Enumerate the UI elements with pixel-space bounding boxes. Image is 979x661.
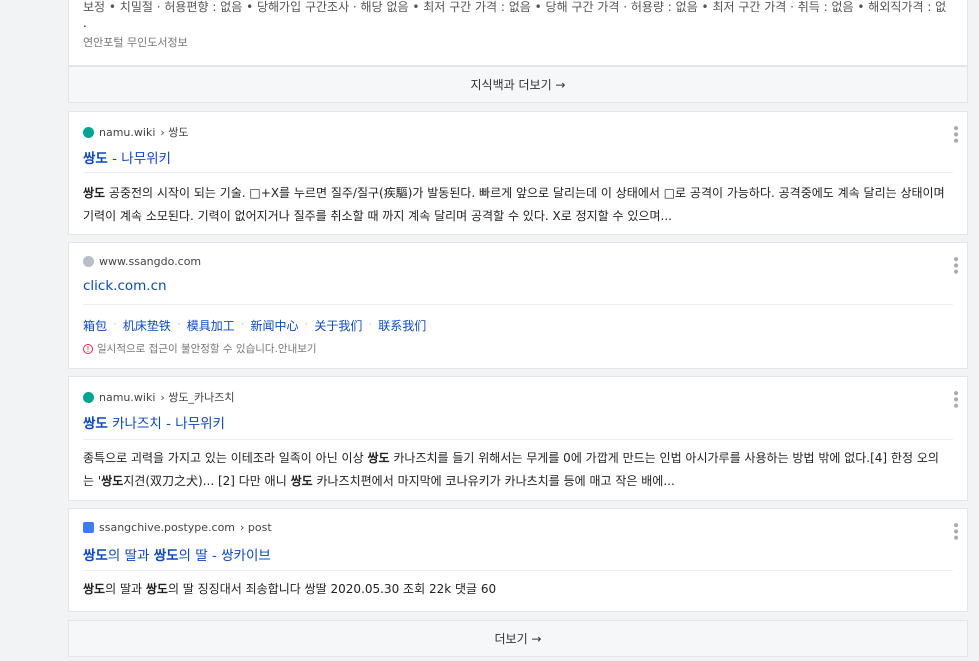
search-result: www.ssangdo.com ••• click.com.cn 箱包 · 机床垫…: [68, 242, 968, 369]
knowledge-card: 보정 • 치밀절 · 허용편향 : 없음 • 당해가입 구간조사 · 해당 없음…: [68, 0, 968, 66]
namu-favicon-icon: [83, 126, 94, 138]
source-label: 연안포털 무인도서정보: [83, 36, 188, 49]
site-url[interactable]: www.ssangdo.com: [99, 255, 201, 268]
url-path: › post: [240, 521, 272, 534]
result-snippet: 쌍도 공중전의 시작이 되는 기술. □+X를 누르면 질주/질구(疾驅)가 발…: [83, 186, 945, 223]
access-warning[interactable]: ! 일시적으로 접근이 불안정할 수 있습니다.안내보기: [83, 341, 317, 356]
result-title[interactable]: 쌍도의 딸과 쌍도의 딸 - 쌍카이브: [83, 544, 271, 564]
sitelink[interactable]: 箱包: [83, 317, 107, 334]
warning-icon: !: [83, 344, 93, 354]
site-url[interactable]: namu.wiki: [99, 126, 155, 139]
namu-favicon-icon: [83, 391, 94, 403]
sitelink[interactable]: 新闻中心: [251, 317, 299, 334]
sitelink[interactable]: 联系我们: [378, 317, 426, 334]
result-title[interactable]: 쌍도 카나즈치 - 나무위키: [83, 412, 225, 432]
more-options-icon[interactable]: •••: [947, 124, 963, 143]
postype-favicon-icon: [83, 522, 94, 533]
knowledge-more-button[interactable]: 지식백과 더보기 →: [68, 66, 968, 103]
more-options-icon[interactable]: •••: [947, 521, 963, 540]
url-path: › 쌍도: [160, 126, 189, 139]
result-title[interactable]: 쌍도 - 나무위키: [83, 147, 171, 167]
search-result: namu.wiki › 쌍도_카나즈치 ••• 쌍도 카나즈치 - 나무위키 종특…: [68, 376, 968, 501]
result-snippet: 쌍도의 딸과 쌍도의 딸 징징대서 죄송합니다 쌍딸 2020.05.30 조회…: [83, 582, 497, 596]
more-options-icon[interactable]: •••: [947, 255, 963, 274]
result-snippet: 종특으로 괴력을 가지고 있는 이테조라 일족이 아닌 이상 쌍도 카나즈치를 …: [83, 451, 939, 488]
more-results-button[interactable]: 더보기 →: [68, 620, 968, 657]
sitelink[interactable]: 机床垫铁: [123, 317, 171, 334]
search-result: namu.wiki › 쌍도 ••• 쌍도 - 나무위키 쌍도 공중전의 시작이 …: [68, 111, 968, 235]
more-options-icon[interactable]: •••: [947, 389, 963, 408]
url-path: › 쌍도_카나즈치: [160, 391, 235, 404]
globe-icon: [83, 256, 94, 267]
sitelinks: 箱包 · 机床垫铁 · 模具加工 · 新闻中心 · 关于我们 · 联系我们: [83, 317, 427, 334]
sitelink[interactable]: 模具加工: [187, 317, 235, 334]
site-url[interactable]: namu.wiki: [99, 391, 155, 404]
result-title[interactable]: click.com.cn: [83, 278, 167, 294]
scrollbar[interactable]: [968, 0, 979, 661]
search-result: ssangchive.postype.com › post ••• 쌍도의 딸과 …: [68, 508, 968, 612]
site-url[interactable]: ssangchive.postype.com: [99, 521, 235, 534]
sitelink[interactable]: 关于我们: [314, 317, 362, 334]
